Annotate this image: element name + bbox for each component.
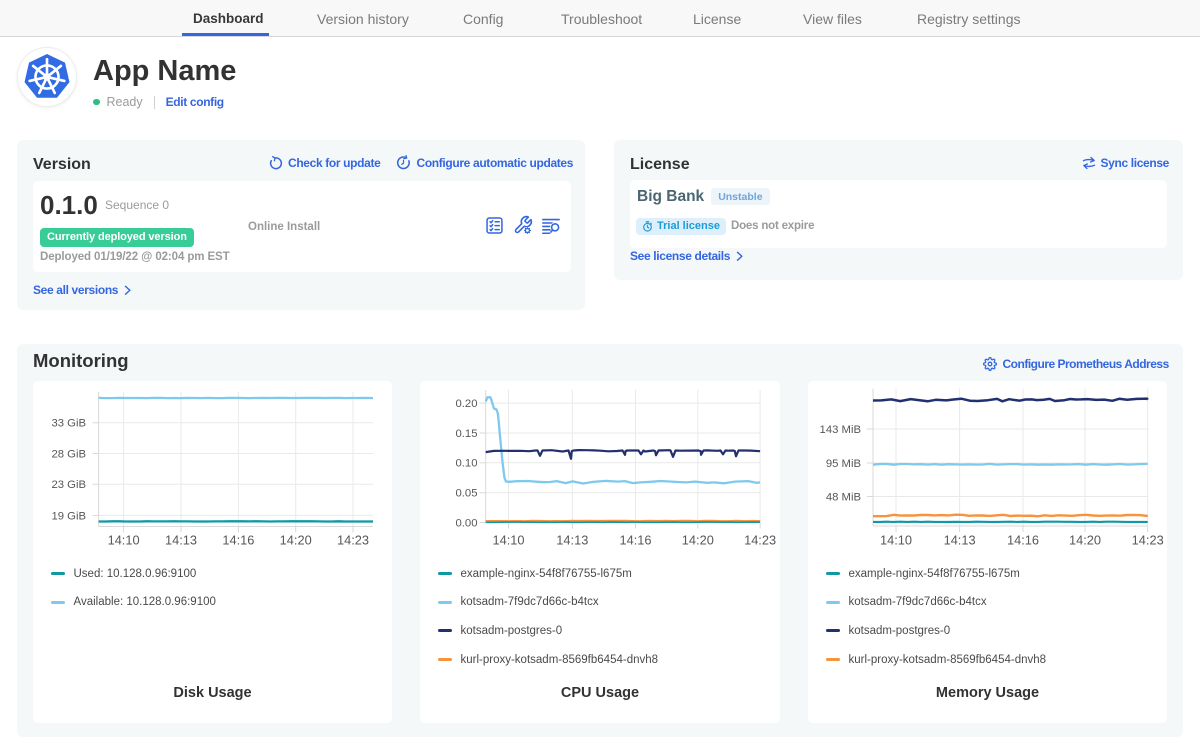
svg-text:14:23: 14:23 xyxy=(1132,532,1164,547)
svg-text:14:16: 14:16 xyxy=(619,532,651,547)
svg-text:14:23: 14:23 xyxy=(744,532,776,547)
svg-text:14:23: 14:23 xyxy=(337,532,369,547)
svg-text:14:20: 14:20 xyxy=(682,532,714,547)
svg-text:0.00: 0.00 xyxy=(456,517,478,529)
svg-text:14:13: 14:13 xyxy=(556,532,588,547)
svg-text:0.05: 0.05 xyxy=(456,488,478,500)
svg-text:28 GiB: 28 GiB xyxy=(51,448,86,460)
svg-text:14:13: 14:13 xyxy=(944,532,976,547)
svg-text:14:20: 14:20 xyxy=(1069,532,1101,547)
svg-text:0.10: 0.10 xyxy=(456,458,478,470)
svg-text:14:20: 14:20 xyxy=(280,532,312,547)
svg-text:95 MiB: 95 MiB xyxy=(826,458,861,470)
svg-text:0.15: 0.15 xyxy=(456,428,478,440)
svg-text:33 GiB: 33 GiB xyxy=(51,418,86,430)
svg-text:143 MiB: 143 MiB xyxy=(820,424,861,436)
svg-text:48 MiB: 48 MiB xyxy=(826,491,861,503)
svg-text:14:10: 14:10 xyxy=(108,532,140,547)
svg-text:19 GiB: 19 GiB xyxy=(51,510,86,522)
svg-text:23 GiB: 23 GiB xyxy=(51,479,86,491)
svg-text:0.20: 0.20 xyxy=(456,398,478,410)
svg-text:14:10: 14:10 xyxy=(492,532,524,547)
svg-text:14:13: 14:13 xyxy=(165,532,197,547)
svg-text:14:16: 14:16 xyxy=(222,532,254,547)
svg-text:14:16: 14:16 xyxy=(1007,532,1039,547)
svg-text:14:10: 14:10 xyxy=(880,532,912,547)
